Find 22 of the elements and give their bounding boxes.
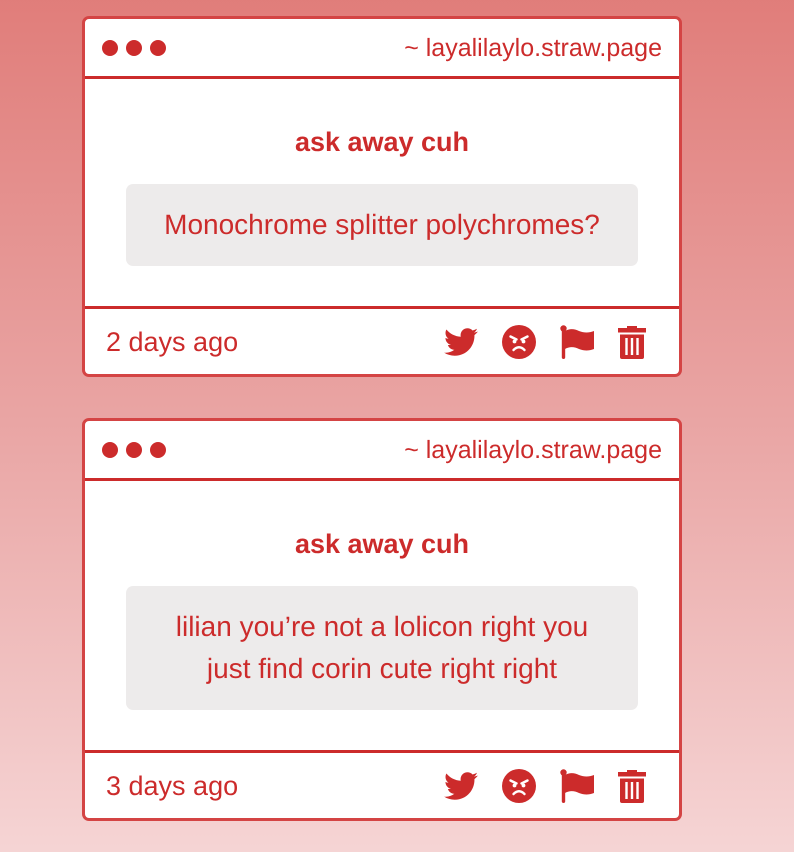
bird-icon[interactable] xyxy=(444,772,478,800)
angry-face-icon[interactable] xyxy=(502,768,536,802)
trash-icon[interactable] xyxy=(618,324,646,358)
window-dot-icon xyxy=(102,442,118,458)
window-dot-icon xyxy=(150,40,166,56)
timestamp: 3 days ago xyxy=(106,770,238,802)
window-dot-icon xyxy=(102,40,118,56)
question-heading: ask away cuh xyxy=(294,528,470,560)
question-text: lilian you’re not a lolicon right you just find corin cute right right xyxy=(176,611,588,684)
bird-icon[interactable] xyxy=(444,328,478,356)
flag-icon[interactable] xyxy=(560,768,594,802)
question-text: Monochrome splitter polychromes? xyxy=(164,209,600,240)
site-address: ~ layalilaylo.straw.page xyxy=(404,434,662,464)
site-address: ~ layalilaylo.straw.page xyxy=(404,32,662,62)
window-dot-icon xyxy=(126,442,142,458)
question-heading: ask away cuh xyxy=(294,126,470,158)
timestamp: 2 days ago xyxy=(106,326,238,358)
window-dot-icon xyxy=(126,40,142,56)
trash-icon[interactable] xyxy=(618,768,646,802)
flag-icon[interactable] xyxy=(560,324,594,358)
window-dot-icon xyxy=(150,442,166,458)
angry-face-icon[interactable] xyxy=(502,324,536,358)
